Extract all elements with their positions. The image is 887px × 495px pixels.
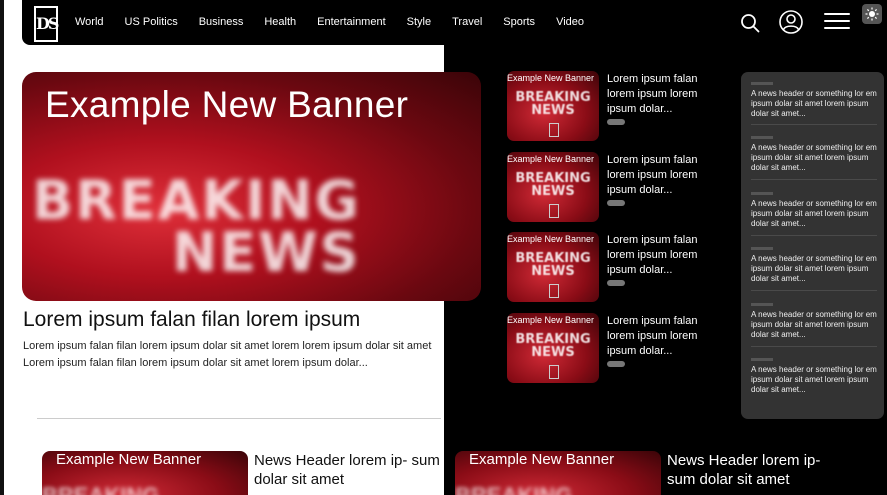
hero-banner-title: Example New Banner [45,84,409,125]
hero-breaking-news-graphic: BREAKING NEWS [32,169,361,284]
headlines-panel: A news header or something lor em ipsum … [741,72,884,419]
bottom-card-headline[interactable]: News Header lorem ip- sum dolar sit amet [254,451,444,489]
panel-item-text: A news header or something lor em ipsum … [751,254,877,283]
panel-news-item[interactable]: A news header or something lor em ipsum … [751,247,877,284]
side-news-item[interactable]: Example New Banner BREAKING NEWS Lorem i… [507,71,732,141]
side-news-text[interactable]: Lorem ipsum falan lorem ipsum lorem ipsu… [607,233,727,278]
panel-news-item[interactable]: A news header or something lor em ipsum … [751,192,877,229]
site-logo[interactable]: DS [34,6,59,42]
nav-menu: World US Politics Business Health Entert… [75,16,605,28]
bottom-card-headline[interactable]: News Header lorem ip- sum dolar sit amet [667,451,852,489]
side-news-item[interactable]: Example New Banner BREAKING NEWS Lorem i… [507,232,732,302]
hero-banner-image[interactable]: Example New Banner BREAKING NEWS [22,72,481,301]
panel-item-text: A news header or something lor em ipsum … [751,365,877,394]
hamburger-menu-icon[interactable] [824,13,850,31]
sun-icon [865,7,879,21]
thumbnail-breaking-news-text: BREAKING NEWS [515,90,591,118]
thumbnail-banner-title: Example New Banner [507,73,595,83]
nav-item-world[interactable]: World [75,16,104,28]
thumbnail-banner-title: Example New Banner [507,154,595,164]
nav-item-video[interactable]: Video [556,16,584,28]
news-thumbnail[interactable]: Example New Banner BREAKING NEWS [507,313,599,383]
section-divider [37,418,441,419]
bottom-card-breaking-text: BREAKING [42,483,159,495]
panel-item-date [751,82,773,85]
panel-news-item[interactable]: A news header or something lor em ipsum … [751,358,877,395]
top-navbar: DS World US Politics Business Health Ent… [22,0,858,45]
main-headline[interactable]: Lorem ipsum falan filan lorem ipsum [23,308,360,332]
thumbnail-logo [549,204,559,218]
news-tag-badge [607,280,625,286]
thumbnail-breaking-news-text: BREAKING NEWS [515,251,591,279]
nav-item-entertainment[interactable]: Entertainment [317,16,385,28]
news-tag-badge [607,361,625,367]
bottom-card-banner-title: Example New Banner [56,451,202,468]
thumbnail-breaking-news-text: BREAKING NEWS [515,332,591,360]
news-tag-badge [607,119,625,125]
panel-news-item[interactable]: A news header or something lor em ipsum … [751,82,877,119]
bottom-card-banner-title: Example New Banner [469,451,615,468]
bottom-card-thumbnail[interactable]: Example New Banner BREAKING [455,451,661,495]
news-thumbnail[interactable]: Example New Banner BREAKING NEWS [507,152,599,222]
main-summary: Lorem ipsum falan filan lorem ipsum dola… [23,340,432,369]
nav-item-us-politics[interactable]: US Politics [125,16,178,28]
panel-divider [751,179,877,180]
thumbnail-banner-title: Example New Banner [507,315,595,325]
panel-item-text: A news header or something lor em ipsum … [751,199,877,228]
panel-divider [751,124,877,125]
nav-item-business[interactable]: Business [199,16,244,28]
user-profile-icon[interactable] [779,10,803,34]
nav-item-sports[interactable]: Sports [503,16,535,28]
nav-item-style[interactable]: Style [407,16,431,28]
left-edge-bar [0,0,4,495]
thumbnail-logo [549,284,559,298]
thumbnail-logo [549,123,559,137]
panel-news-item[interactable]: A news header or something lor em ipsum … [751,303,877,340]
nav-item-health[interactable]: Health [264,16,296,28]
panel-divider [751,346,877,347]
panel-item-date [751,303,773,306]
thumbnail-breaking-news-text: BREAKING NEWS [515,171,591,199]
panel-item-text: A news header or something lor em ipsum … [751,89,877,118]
panel-item-date [751,247,773,250]
panel-news-item[interactable]: A news header or something lor em ipsum … [751,136,877,173]
panel-divider [751,290,877,291]
side-news-text[interactable]: Lorem ipsum falan lorem ipsum lorem ipsu… [607,314,727,359]
thumbnail-logo [549,365,559,379]
panel-divider [751,235,877,236]
news-tag-badge [607,200,625,206]
panel-item-text: A news header or something lor em ipsum … [751,310,877,339]
news-thumbnail[interactable]: Example New Banner BREAKING NEWS [507,71,599,141]
panel-item-text: A news header or something lor em ipsum … [751,143,877,172]
bottom-card-breaking-text: BREAKING [455,483,572,495]
nav-item-travel[interactable]: Travel [452,16,482,28]
bottom-card-thumbnail[interactable]: Example New Banner BREAKING [42,451,248,495]
side-news-text[interactable]: Lorem ipsum falan lorem ipsum lorem ipsu… [607,72,727,117]
side-news-text[interactable]: Lorem ipsum falan lorem ipsum lorem ipsu… [607,153,727,198]
search-icon[interactable] [740,13,760,33]
theme-toggle-button[interactable] [862,4,882,24]
side-news-item[interactable]: Example New Banner BREAKING NEWS Lorem i… [507,152,732,222]
panel-item-date [751,136,773,139]
news-thumbnail[interactable]: Example New Banner BREAKING NEWS [507,232,599,302]
panel-item-date [751,358,773,361]
side-news-item[interactable]: Example New Banner BREAKING NEWS Lorem i… [507,313,732,383]
thumbnail-banner-title: Example New Banner [507,234,595,244]
panel-item-date [751,192,773,195]
